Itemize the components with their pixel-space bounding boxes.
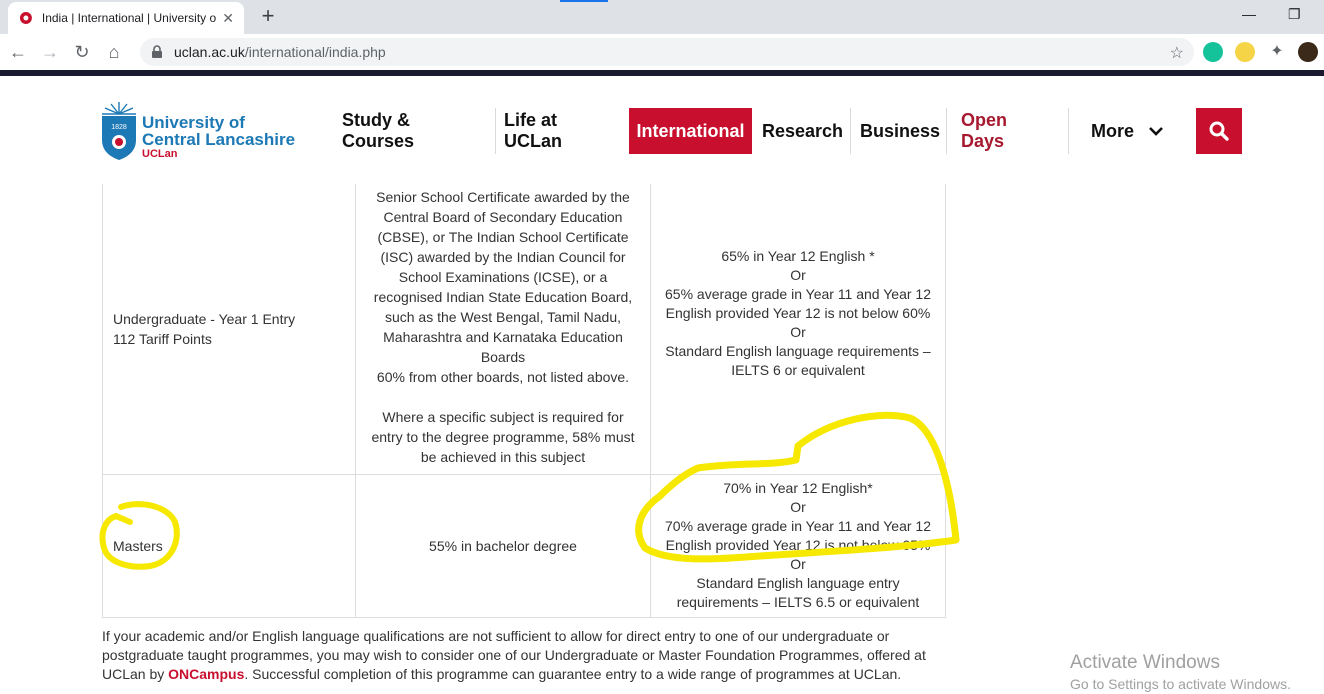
reload-icon[interactable]: ↻ [70,40,94,64]
academic-line: Central Board of Secondary Education [383,209,623,225]
table-row: Masters 55% in bachelor degree 70% in Ye… [102,473,946,618]
forward-icon[interactable]: → [38,40,62,64]
site-header: 1828 University of Central Lancashire UC… [0,76,1324,184]
level-line: 112 Tariff Points [113,330,212,347]
english-line: English provided Year 12 is not below 65… [665,537,931,553]
english-line: Or [790,324,806,340]
academic-cell: Senior School Certificate awarded by the… [355,184,651,475]
english-line: requirements – IELTS 6.5 or equivalent [676,594,920,610]
profile-avatar[interactable] [1298,42,1318,62]
chevron-down-icon [1149,127,1163,136]
level-cell: Undergraduate - Year 1 Entry 112 Tariff … [102,184,356,475]
uclan-favicon-icon [19,12,32,24]
puzzle-extensions-icon[interactable]: ✦ [1267,42,1287,62]
note-text-end: . Successful completion of this programm… [244,666,902,682]
english-line: Standard English language requirements – [665,343,931,359]
grammarly-extension-icon[interactable] [1203,42,1223,62]
tab-close-icon[interactable]: ✕ [222,10,234,27]
academic-line: be achieved in this subject [420,449,586,465]
lock-icon [152,45,162,58]
url-host: uclan.ac.uk [174,44,245,60]
tab-title: India | International | University of Ce… [41,11,217,25]
new-tab-button[interactable]: + [256,4,280,28]
nav-divider [946,108,947,154]
uclan-crest-icon: 1828 [102,102,136,160]
address-bar[interactable]: uclan.ac.uk/international/india.php ☆ [140,38,1194,66]
level-cell: Masters [102,473,356,618]
english-line: Or [790,556,806,572]
english-line: 65% average grade in Year 11 and Year 12 [665,286,931,302]
english-line: English provided Year 12 is not below 60… [665,305,931,321]
entry-requirements-table: Undergraduate - Year 1 Entry 112 Tariff … [102,184,946,618]
academic-line: such as the West Bengal, Tamil Nadu, [384,309,622,325]
crest-year: 1828 [111,124,127,131]
academic-line: Where a specific subject is required for [382,409,624,425]
english-line: Or [790,499,806,515]
academic-line: recognised Indian State Education Board, [373,289,633,305]
english-line: 70% average grade in Year 11 and Year 12 [665,518,931,534]
academic-line: Senior School Certificate awarded by the [376,189,630,205]
activate-windows-watermark: Activate Windows Go to Settings to activ… [1070,652,1291,692]
level-line: Undergraduate - Year 1 Entry [113,310,296,327]
oncampus-link[interactable]: ONCampus [168,666,244,682]
academic-line: (CBSE), or The Indian School Certificate [377,229,629,245]
english-cell: 65% in Year 12 English * Or 65% average … [650,184,946,475]
nav-more[interactable]: More [1083,108,1172,154]
nav-more-label: More [1091,120,1135,141]
back-icon[interactable]: ← [6,40,30,64]
uclan-logo[interactable]: 1828 University of Central Lancashire UC… [100,100,295,162]
logo-line1: University of [142,113,245,132]
english-line: IELTS 6 or equivalent [731,362,865,378]
academic-blank-line [366,387,640,407]
search-icon [1209,121,1229,141]
academic-line: School Examinations (ICSE), or a [398,269,608,285]
foundation-note: If your academic and/or English language… [102,627,932,684]
english-cell: 70% in Year 12 English* Or 70% average g… [650,473,946,618]
nav-life-at-uclan[interactable]: Life at UCLan [496,108,570,154]
english-line: 65% in Year 12 English * [721,248,875,264]
home-icon[interactable]: ⌂ [102,40,126,64]
academic-line: Boards [480,349,526,365]
url-path: /international/india.php [244,44,386,60]
nav-divider [850,108,851,154]
english-line: Or [790,267,806,283]
academic-line: (ISC) awarded by the Indian Council for [380,249,626,265]
browser-tabstrip: India | International | University of Ce… [0,0,1324,34]
logo-line2: Central Lancashire [142,130,296,149]
academic-line: 60% from other boards, not listed above. [376,369,630,385]
browser-toolbar: ← → ↻ ⌂ uclan.ac.uk/international/india.… [0,34,1324,70]
logo-short: UCLan [142,148,178,160]
loading-indicator [560,0,608,2]
academic-line: entry to the degree programme, 58% must [371,429,635,445]
nav-research[interactable]: Research [754,108,851,154]
english-line: Standard English language entry [696,575,900,591]
academic-line: Maharashtra and Karnataka Education [383,329,623,345]
english-line: 70% in Year 12 English* [723,480,873,496]
table-row: Undergraduate - Year 1 Entry 112 Tariff … [102,184,946,475]
nav-international[interactable]: International [629,108,752,154]
watermark-subtitle: Go to Settings to activate Windows. [1070,676,1291,692]
nav-business[interactable]: Business [852,108,948,154]
academic-line: 55% in bachelor degree [429,537,577,554]
extension-icon[interactable] [1235,42,1255,62]
bookmark-star-icon[interactable]: ☆ [1170,43,1184,63]
nav-study-courses[interactable]: Study & Courses [334,108,422,154]
search-button[interactable] [1196,108,1242,154]
academic-cell: 55% in bachelor degree [355,473,651,618]
minimize-button[interactable]: — [1242,6,1256,22]
level-line: Masters [113,537,163,554]
url-text: uclan.ac.uk/international/india.php [174,44,386,60]
nav-divider [1068,108,1069,154]
logo-text: University of Central Lancashire UCLan [142,114,295,160]
main-content: Undergraduate - Year 1 Entry 112 Tariff … [0,184,1324,694]
nav-open-days[interactable]: Open Days [953,108,1015,154]
restore-button[interactable]: ❐ [1288,6,1301,23]
browser-tab[interactable]: India | International | University of Ce… [8,2,244,34]
watermark-title: Activate Windows [1070,652,1220,673]
